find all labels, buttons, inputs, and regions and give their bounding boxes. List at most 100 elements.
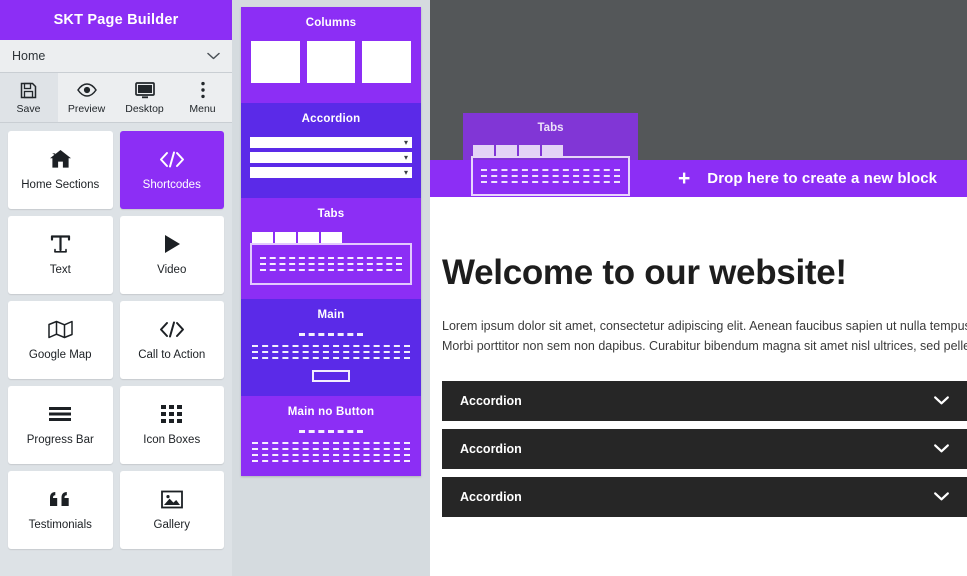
tab-stub [252, 232, 273, 243]
widget-call-to-action[interactable]: Call to Action [119, 301, 224, 379]
block-accordion[interactable]: Accordion ▾ ▾ ▾ [241, 103, 421, 198]
widget-grid: Home Sections Shortcodes Text Video Goog… [0, 123, 232, 576]
widget-gallery[interactable]: Gallery [119, 471, 224, 549]
placeholder-line [260, 269, 402, 271]
page-content: Welcome to our website! Lorem ipsum dolo… [430, 197, 967, 576]
accordion-preview: ▾ ▾ ▾ [250, 137, 412, 184]
accordion-label: Accordion [460, 393, 522, 408]
widget-progress-bar[interactable]: Progress Bar [8, 386, 113, 464]
chevron-down-icon [934, 489, 949, 504]
block-title: Main no Button [287, 406, 375, 418]
widget-label: Progress Bar [26, 434, 94, 447]
placeholder-line [252, 351, 410, 353]
widget-google-map[interactable]: Google Map [8, 301, 113, 379]
blocks-list: Columns Accordion ▾ ▾ ▾ Tabs Main Main n… [241, 7, 421, 476]
accordion-item[interactable]: Accordion [442, 380, 967, 421]
preview-button[interactable]: Preview [58, 73, 116, 122]
divider-placeholder [299, 333, 363, 336]
widget-label: Home Sections [21, 179, 100, 192]
block-main[interactable]: Main [241, 299, 421, 396]
placeholder-line [252, 460, 410, 462]
placeholder-line [252, 345, 410, 347]
left-sidebar: SKT Page Builder Home Save Preview Deskt… [0, 0, 232, 576]
widget-label: Call to Action [138, 349, 206, 362]
tab-stub [542, 145, 563, 156]
widget-video[interactable]: Video [119, 216, 224, 294]
accordion-row-placeholder: ▾ [250, 152, 412, 163]
accordion-row-placeholder: ▾ [250, 137, 412, 148]
page-heading: Welcome to our website! [442, 253, 847, 292]
placeholder-line [481, 169, 620, 171]
accordion-label: Accordion [460, 441, 522, 456]
drop-zone-label: Drop here to create a new block [707, 170, 938, 187]
page-paragraph-line-2: Morbi porttitor non sem non dapibus. Cur… [442, 339, 967, 354]
chevron-down-icon: ▾ [403, 137, 408, 147]
placeholder-line [481, 181, 620, 183]
editor-canvas: + Drop here to create a new block Tabs W… [430, 0, 967, 576]
monitor-icon [134, 81, 155, 100]
menu-button[interactable]: Menu [174, 73, 232, 122]
plus-icon: + [678, 167, 691, 190]
tab-stub [519, 145, 540, 156]
tabs-preview-body [471, 156, 630, 196]
widget-label: Icon Boxes [143, 434, 201, 447]
save-button-label: Save [16, 102, 41, 115]
accordion-item[interactable]: Accordion [442, 428, 967, 469]
placeholder-line [252, 357, 410, 359]
page-selector[interactable]: Home [0, 40, 232, 73]
page-selector-value: Home [12, 49, 46, 63]
block-tabs[interactable]: Tabs [241, 198, 421, 299]
app-title: SKT Page Builder [0, 0, 232, 40]
block-title: Main [317, 309, 345, 321]
placeholder-line [260, 263, 402, 265]
widget-label: Google Map [28, 349, 92, 362]
widget-testimonials[interactable]: Testimonials [8, 471, 113, 549]
quote-icon [49, 488, 71, 510]
page-paragraph-line-1: Lorem ipsum dolor sit amet, consectetur … [442, 319, 967, 333]
block-title: Accordion [301, 113, 361, 125]
page-accordion-list: Accordion Accordion Accordion [442, 380, 967, 517]
menu-button-label: Menu [189, 102, 216, 115]
widget-icon-boxes[interactable]: Icon Boxes [119, 386, 224, 464]
editor-toolbar: Save Preview Desktop Menu [0, 73, 232, 123]
button-placeholder [312, 370, 350, 382]
code-icon [159, 318, 185, 340]
chevron-down-icon [934, 441, 949, 456]
preview-button-label: Preview [67, 102, 106, 115]
widget-text[interactable]: Text [8, 216, 113, 294]
kebab-menu-icon [200, 81, 206, 100]
tab-stub [275, 232, 296, 243]
image-icon [160, 488, 183, 510]
block-columns[interactable]: Columns [241, 7, 421, 103]
code-icon [159, 148, 185, 170]
placeholder-line [260, 257, 402, 259]
tab-stub [473, 145, 494, 156]
chevron-down-icon [934, 393, 949, 408]
placeholder-line [252, 454, 410, 456]
tab-stub [496, 145, 517, 156]
text-placeholder [250, 345, 412, 359]
widget-home-sections[interactable]: Home Sections [8, 131, 113, 209]
tab-stub [321, 232, 342, 243]
tabs-preview-body [250, 243, 412, 285]
widget-shortcodes[interactable]: Shortcodes [119, 131, 224, 209]
block-title: Tabs [317, 208, 345, 220]
device-desktop-button[interactable]: Desktop [116, 73, 174, 122]
block-title: Columns [305, 17, 357, 29]
blocks-panel: Columns Accordion ▾ ▾ ▾ Tabs Main Main n… [232, 0, 430, 576]
tabs-preview-strip [250, 232, 412, 243]
save-button[interactable]: Save [0, 73, 58, 122]
chevron-down-icon: ▾ [403, 152, 408, 162]
home-icon [49, 148, 72, 170]
page-builder-app: SKT Page Builder Home Save Preview Deskt… [0, 0, 967, 576]
column-placeholder [362, 41, 412, 83]
bars-icon [48, 403, 72, 425]
play-icon [163, 233, 181, 255]
accordion-item[interactable]: Accordion [442, 476, 967, 517]
placeholder-line [481, 175, 620, 177]
device-button-label: Desktop [125, 102, 164, 115]
accordion-row-placeholder: ▾ [250, 167, 412, 178]
tab-stub [298, 232, 319, 243]
widget-label: Gallery [153, 519, 190, 532]
block-main-no-button[interactable]: Main no Button [241, 396, 421, 476]
